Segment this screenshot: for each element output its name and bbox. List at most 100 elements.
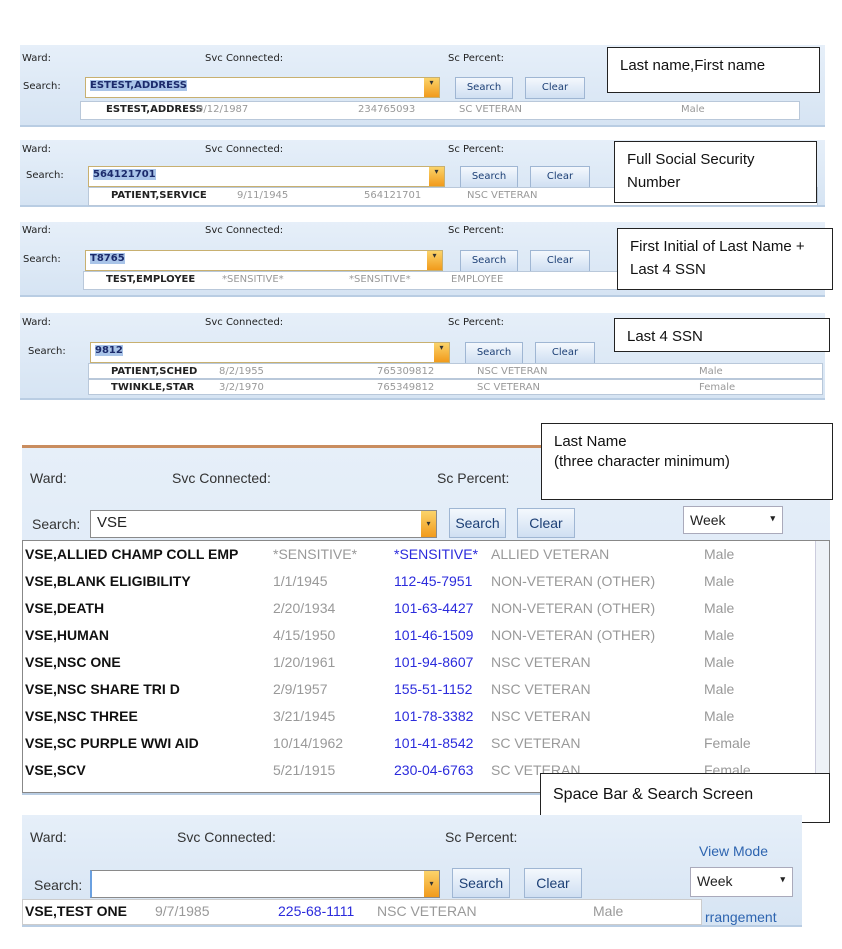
result-ssn: 765349812 xyxy=(377,382,435,393)
search-button[interactable]: Search xyxy=(465,342,523,364)
ward-label: Ward: xyxy=(30,829,67,845)
result-dob: 5/21/1915 xyxy=(273,762,336,778)
result-ssn: 155-51-1152 xyxy=(394,681,473,697)
result-gender: Female xyxy=(704,735,751,751)
search-label: Search: xyxy=(32,516,81,532)
result-row[interactable]: VSE,NSC THREE 3/21/1945 101-78-3382 NSC VET… xyxy=(23,703,815,730)
result-name: VSE,NSC THREE xyxy=(25,708,138,724)
result-type: NSC VETERAN xyxy=(491,681,591,697)
result-dob: 2/20/1934 xyxy=(273,600,336,616)
dropdown-arrow-icon[interactable]: ▾ xyxy=(434,343,449,362)
result-name: VSE,NSC ONE xyxy=(25,654,121,670)
dropdown-arrow-icon[interactable]: ▾ xyxy=(424,78,439,97)
clear-button[interactable]: Clear xyxy=(530,166,590,188)
results-list: VSE,ALLIED CHAMP COLL EMP *SENSITIVE* *SEN… xyxy=(22,540,830,793)
result-type: NSC VETERAN xyxy=(477,366,548,377)
search-input[interactable]: T8765 ▾ xyxy=(85,250,443,271)
sc-percent-label: Sc Percent: xyxy=(448,225,505,236)
search-input[interactable]: ESTEST,ADDRESS ▾ xyxy=(85,77,440,98)
chevron-down-icon: ▾ xyxy=(770,513,775,523)
svc-connected-label: Svc Connected: xyxy=(205,317,284,328)
dropdown-arrow-icon[interactable]: ▾ xyxy=(421,511,436,537)
result-gender: Male xyxy=(704,654,735,670)
view-mode-label: View Mode xyxy=(699,843,769,859)
result-gender: Male xyxy=(704,627,735,643)
clear-button[interactable]: Clear xyxy=(535,342,595,364)
result-row[interactable]: TWINKLE,STAR 3/2/1970 765349812 SC VETERAN F… xyxy=(88,379,823,395)
callout-line: (three character minimum) xyxy=(554,453,730,471)
result-row[interactable]: VSE,HUMAN 4/15/1950 101-46-1509 NON-VETERAN… xyxy=(23,622,815,649)
clear-button[interactable]: Clear xyxy=(517,508,575,538)
scrollbar[interactable] xyxy=(815,541,829,792)
result-dob: *SENSITIVE* xyxy=(222,274,284,285)
search-button[interactable]: Search xyxy=(452,868,510,898)
search-input[interactable]: VSE ▾ xyxy=(90,510,437,538)
result-row[interactable]: VSE,BLANK ELIGIBILITY 1/1/1945 112-45-7951… xyxy=(23,568,815,595)
result-dob: 8/2/1955 xyxy=(219,366,264,377)
ward-label: Ward: xyxy=(22,225,52,236)
result-name: VSE,TEST ONE xyxy=(25,903,127,919)
result-name: VSE,HUMAN xyxy=(25,627,110,643)
result-name: VSE,SC PURPLE WWI AID xyxy=(25,735,199,751)
search-query: VSE xyxy=(97,514,128,531)
view-mode-value: Week xyxy=(690,512,726,528)
result-type: SC VETERAN xyxy=(477,382,540,393)
result-name: TEST,EMPLOYEE xyxy=(106,274,196,285)
search-label: Search: xyxy=(34,877,83,893)
result-gender: Male xyxy=(681,104,705,115)
search-query: T8765 xyxy=(90,253,125,264)
result-row[interactable]: VSE,NSC SHARE TRI D 2/9/1957 155-51-1152 NS… xyxy=(23,676,815,703)
dropdown-arrow-icon[interactable]: ▾ xyxy=(424,871,439,897)
dropdown-arrow-icon[interactable]: ▾ xyxy=(429,167,444,186)
ward-label: Ward: xyxy=(22,144,52,155)
search-panel-bottom: Ward: Svc Connected: Sc Percent: View Mode S… xyxy=(22,815,802,927)
search-query: 564121701 xyxy=(93,169,156,180)
search-button[interactable]: Search xyxy=(449,508,506,538)
callout-note: Full Social Security Number xyxy=(614,141,817,203)
search-button[interactable]: Search xyxy=(460,250,518,272)
result-type: NSC VETERAN xyxy=(467,190,538,201)
result-name: ESTEST,ADDRESS xyxy=(106,104,203,115)
result-dob: 1/20/1961 xyxy=(273,654,336,670)
dropdown-arrow-icon[interactable]: ▾ xyxy=(427,251,442,270)
result-ssn: 101-41-8542 xyxy=(394,735,474,751)
clear-button[interactable]: Clear xyxy=(530,250,590,272)
result-row[interactable]: VSE,NSC ONE 1/20/1961 101-94-8607 NSC VETER… xyxy=(23,649,815,676)
result-type: ALLIED VETERAN xyxy=(491,546,610,562)
result-row[interactable]: VSE,DEATH 2/20/1934 101-63-4427 NON-VETERAN… xyxy=(23,595,815,622)
result-gender: Male xyxy=(704,546,735,562)
search-query: ESTEST,ADDRESS xyxy=(90,80,187,91)
search-button[interactable]: Search xyxy=(455,77,513,99)
view-mode-value: Week xyxy=(697,873,733,889)
svc-connected-label: Svc Connected: xyxy=(205,53,284,64)
result-row[interactable]: ESTEST,ADDRESS 9/12/1987 234765093 SC VETER… xyxy=(80,101,800,120)
ward-label: Ward: xyxy=(22,317,52,328)
view-mode-select[interactable]: Week ▾ xyxy=(690,867,793,897)
view-mode-select[interactable]: Week ▾ xyxy=(683,506,783,534)
svc-connected-label: Svc Connected: xyxy=(205,225,284,236)
search-input[interactable]: 564121701 ▾ xyxy=(88,166,445,187)
result-row[interactable]: VSE,ALLIED CHAMP COLL EMP *SENSITIVE* *SEN… xyxy=(23,541,815,568)
callout-note: Last name,First name xyxy=(607,47,820,93)
result-type: NON-VETERAN (OTHER) xyxy=(491,600,656,616)
search-input[interactable]: 9812 ▾ xyxy=(90,342,450,363)
clear-button[interactable]: Clear xyxy=(524,868,582,898)
clear-button[interactable]: Clear xyxy=(525,77,585,99)
result-row[interactable]: PATIENT,SCHED 8/2/1955 765309812 NSC VETERA… xyxy=(88,363,823,379)
result-dob: 10/14/1962 xyxy=(273,735,344,751)
callout-line: Last Name xyxy=(554,433,627,450)
result-row[interactable]: VSE,TEST ONE 9/7/1985 225-68-1111 NSC VETER… xyxy=(23,900,701,924)
result-dob: *SENSITIVE* xyxy=(273,546,358,562)
result-row[interactable]: VSE,SC PURPLE WWI AID 10/14/1962 101-41-85… xyxy=(23,730,815,757)
arrangement-tab[interactable]: rrangement xyxy=(705,909,777,925)
result-type: NON-VETERAN (OTHER) xyxy=(491,573,656,589)
sc-percent-label: Sc Percent: xyxy=(437,470,510,486)
search-query: 9812 xyxy=(95,345,123,356)
search-button[interactable]: Search xyxy=(460,166,518,188)
result-type: SC VETERAN xyxy=(459,104,522,115)
result-gender: Male xyxy=(699,366,723,377)
search-input[interactable]: ▾ xyxy=(90,870,440,898)
result-ssn: 101-78-3382 xyxy=(394,708,474,724)
search-label: Search: xyxy=(23,254,61,265)
result-dob: 1/1/1945 xyxy=(273,573,328,589)
